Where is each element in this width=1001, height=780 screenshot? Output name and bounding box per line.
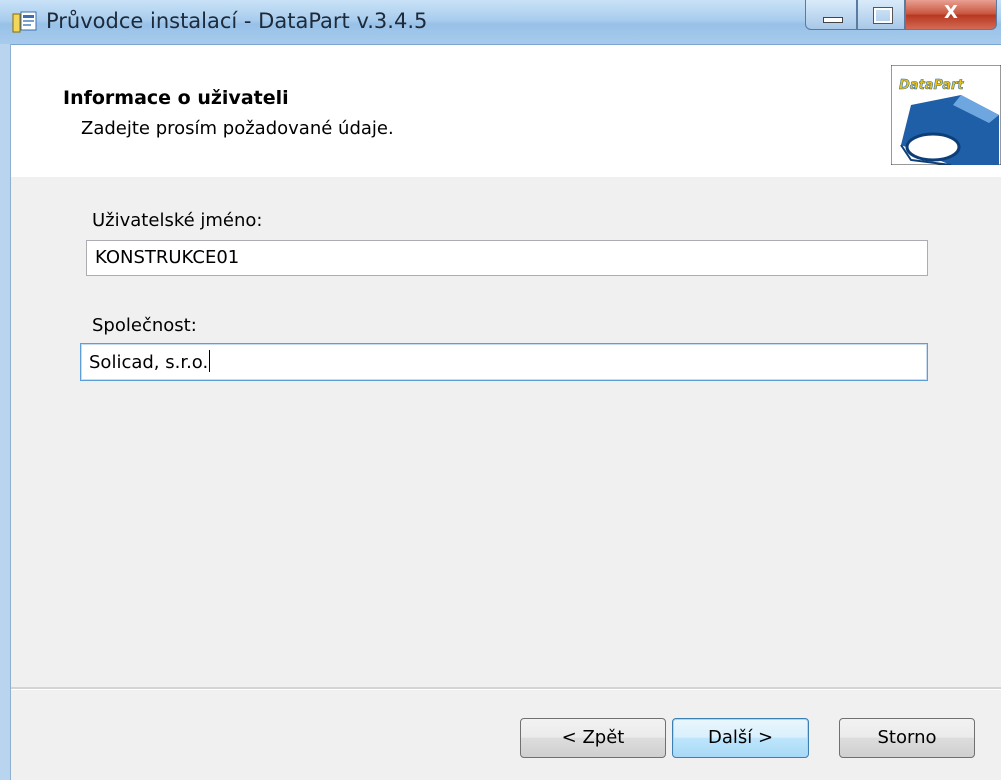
footer-divider (11, 687, 1001, 690)
next-button[interactable]: Další > (672, 718, 809, 758)
username-label: Uživatelské jméno: (92, 210, 263, 231)
header-divider (11, 176, 1001, 177)
close-icon: X (944, 2, 958, 23)
window-title: Průvodce instalací - DataPart v.3.4.5 (46, 9, 428, 33)
page-title: Informace o uživateli (63, 87, 289, 109)
company-label: Společnost: (92, 315, 197, 336)
window-frame-left (0, 44, 11, 780)
company-value: Solicad, s.r.o. (89, 352, 209, 373)
maximize-button[interactable] (857, 0, 905, 30)
logo-text: DataPart (899, 78, 964, 93)
close-button[interactable]: X (905, 0, 997, 30)
username-field[interactable]: KONSTRUKCE01 (86, 240, 928, 276)
datapart-logo: DataPart (890, 64, 1001, 166)
maximize-icon (874, 8, 892, 23)
back-button[interactable]: < Zpět (520, 718, 666, 758)
cancel-button[interactable]: Storno (839, 718, 975, 758)
wizard-header: Informace o uživateli Zadejte prosím pož… (11, 45, 1001, 177)
username-value: KONSTRUKCE01 (95, 247, 240, 268)
text-caret (209, 350, 211, 372)
company-field[interactable]: Solicad, s.r.o. (80, 343, 928, 381)
title-bar[interactable]: Průvodce instalací - DataPart v.3.4.5 X (0, 0, 1001, 45)
minimize-button[interactable] (805, 0, 857, 30)
minimize-icon (823, 17, 843, 23)
installer-icon[interactable] (12, 10, 38, 34)
page-subtitle: Zadejte prosím požadované údaje. (81, 118, 394, 139)
